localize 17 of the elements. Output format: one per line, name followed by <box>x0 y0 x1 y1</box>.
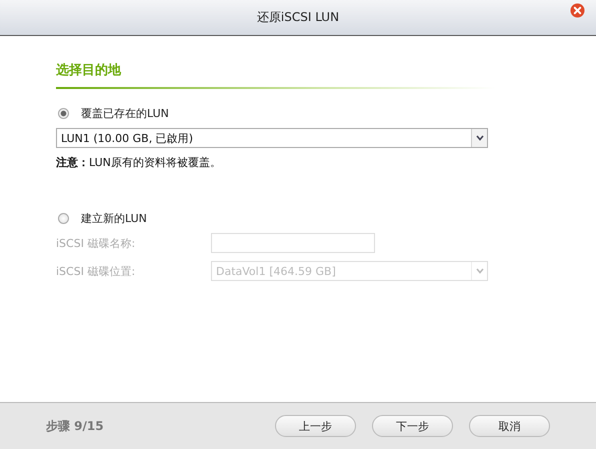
field-label: iSCSI 磁碟名称: <box>56 236 136 250</box>
close-icon[interactable] <box>570 3 585 18</box>
radio-button[interactable] <box>58 108 69 119</box>
section-title: 选择目的地 <box>56 62 121 80</box>
wizard-button[interactable]: 下一步 <box>372 415 453 437</box>
wizard-button[interactable]: 上一步 <box>275 415 356 437</box>
wizard-button[interactable]: 取消 <box>469 415 550 437</box>
lun-dropdown[interactable]: LUN1 (10.00 GB, 已啟用) <box>56 128 488 148</box>
window-title: 还原iSCSI LUN <box>256 9 340 26</box>
option-label: 建立新的LUN <box>81 211 147 226</box>
option-label: 覆盖已存在的LUN <box>81 106 169 121</box>
warning-note: 注意：LUN原有的资料将被覆盖。 <box>56 155 222 170</box>
step-counter: 步骤 9/15 <box>46 418 104 434</box>
field-label: iSCSI 磁碟位置: <box>56 264 136 278</box>
caret-icon <box>476 135 484 141</box>
caret-icon <box>476 268 484 274</box>
radio-button[interactable] <box>58 213 69 224</box>
